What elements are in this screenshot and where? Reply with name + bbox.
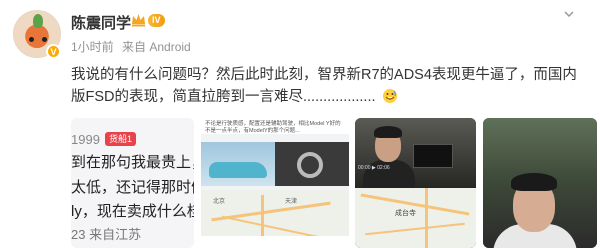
level-badge: IV [148, 14, 165, 27]
crown-icon [132, 14, 145, 27]
photo1-line: 到在那句我最贵上， [71, 154, 194, 171]
username[interactable]: 陈震同学 [71, 12, 131, 33]
photo-thumbnail-3[interactable]: 00:00 ▶ 02:06 成台寺 [355, 118, 476, 248]
verified-badge-icon: V [46, 44, 61, 59]
video-progress-bar: 00:00 ▶ 02:06 [358, 165, 390, 171]
photo-thumbnail-2[interactable]: 不论是行驶质感，配置还是辅助驾驶，相比Model Y好的不是一点半点，有Mode… [201, 118, 349, 248]
map-image: 北京 天津 [201, 190, 349, 248]
video-frame: 00:00 ▶ 02:06 [355, 118, 476, 188]
post-source: 来自 Android [122, 40, 191, 54]
grin-emoji-icon [382, 89, 397, 103]
photo1-line: 23 来自江苏 [71, 227, 142, 242]
post-meta: 1小时前 来自 Android [71, 38, 191, 55]
map-label: 天津 [285, 199, 298, 205]
map-label: 成台寺 [395, 210, 416, 217]
photo2-article-text: 不论是行驶质感，配置还是辅助驾驶，相比Model Y好的不是一点半点，有Mode… [205, 121, 341, 134]
post-body: 我说的有什么问题吗？然后此时此刻，智界新R7的ADS4表现更牛逼了，而国内版FS… [71, 67, 577, 105]
chevron-down-icon[interactable] [563, 8, 575, 20]
photo1-tag: 货船1 [105, 132, 137, 146]
post-time: 1小时前 [71, 40, 114, 54]
photo-thumbnail-1[interactable]: 1999 货船1 到在那句我最贵上， 太低，还记得那时候 ly，现在卖成什么桂 … [71, 118, 194, 248]
photo1-number: 1999 [71, 132, 100, 147]
car-interior-image [275, 142, 349, 186]
photo1-line: 太低，还记得那时候 [71, 179, 194, 196]
car-exterior-image [201, 142, 275, 186]
post-text: 我说的有什么问题吗？然后此时此刻，智界新R7的ADS4表现更牛逼了，而国内版FS… [71, 64, 591, 108]
photo-thumbnail-4[interactable] [483, 118, 597, 248]
map-label: 北京 [213, 199, 226, 205]
map-image: 成台寺 [355, 188, 476, 248]
photo1-line: ly，现在卖成什么桂 [71, 203, 194, 220]
